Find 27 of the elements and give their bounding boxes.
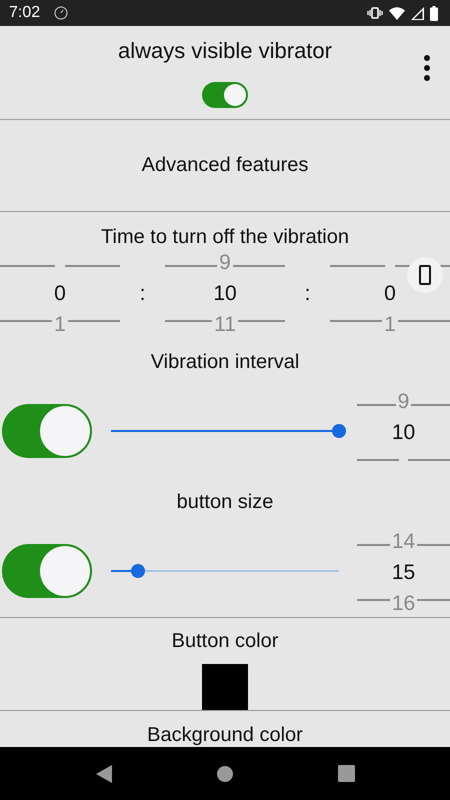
color-swatch[interactable] [202, 664, 248, 710]
vibrate-icon [367, 7, 383, 19]
section-label: Vibration interval [150, 350, 300, 375]
signal-icon [411, 6, 424, 20]
time-separator: : [138, 281, 146, 307]
toggle-switch[interactable] [202, 82, 248, 108]
time-separator: : [304, 281, 312, 307]
wifi-icon [389, 6, 405, 20]
battery-icon [430, 6, 438, 20]
section-label: Button color [172, 629, 278, 654]
home-icon[interactable] [216, 766, 232, 782]
phone-icon [419, 265, 431, 285]
back-icon[interactable] [96, 764, 112, 782]
recents-icon[interactable] [338, 765, 354, 782]
app-title: always visible vibrator [118, 38, 332, 64]
section-label: button size [176, 490, 274, 515]
more-options-icon[interactable] [424, 55, 430, 81]
section-label: Time to turn off the vibration [100, 225, 350, 250]
gauge-icon [54, 6, 68, 20]
advanced-features-button[interactable]: Advanced features [0, 120, 450, 212]
slider-thumb[interactable] [131, 564, 146, 578]
slider-thumb[interactable] [332, 424, 346, 438]
toggle-switch[interactable] [2, 404, 92, 458]
toggle-switch[interactable] [2, 544, 92, 598]
section-label: Background color [146, 723, 304, 748]
status-time: 7:02 [9, 4, 40, 22]
phone-button[interactable] [407, 257, 443, 293]
